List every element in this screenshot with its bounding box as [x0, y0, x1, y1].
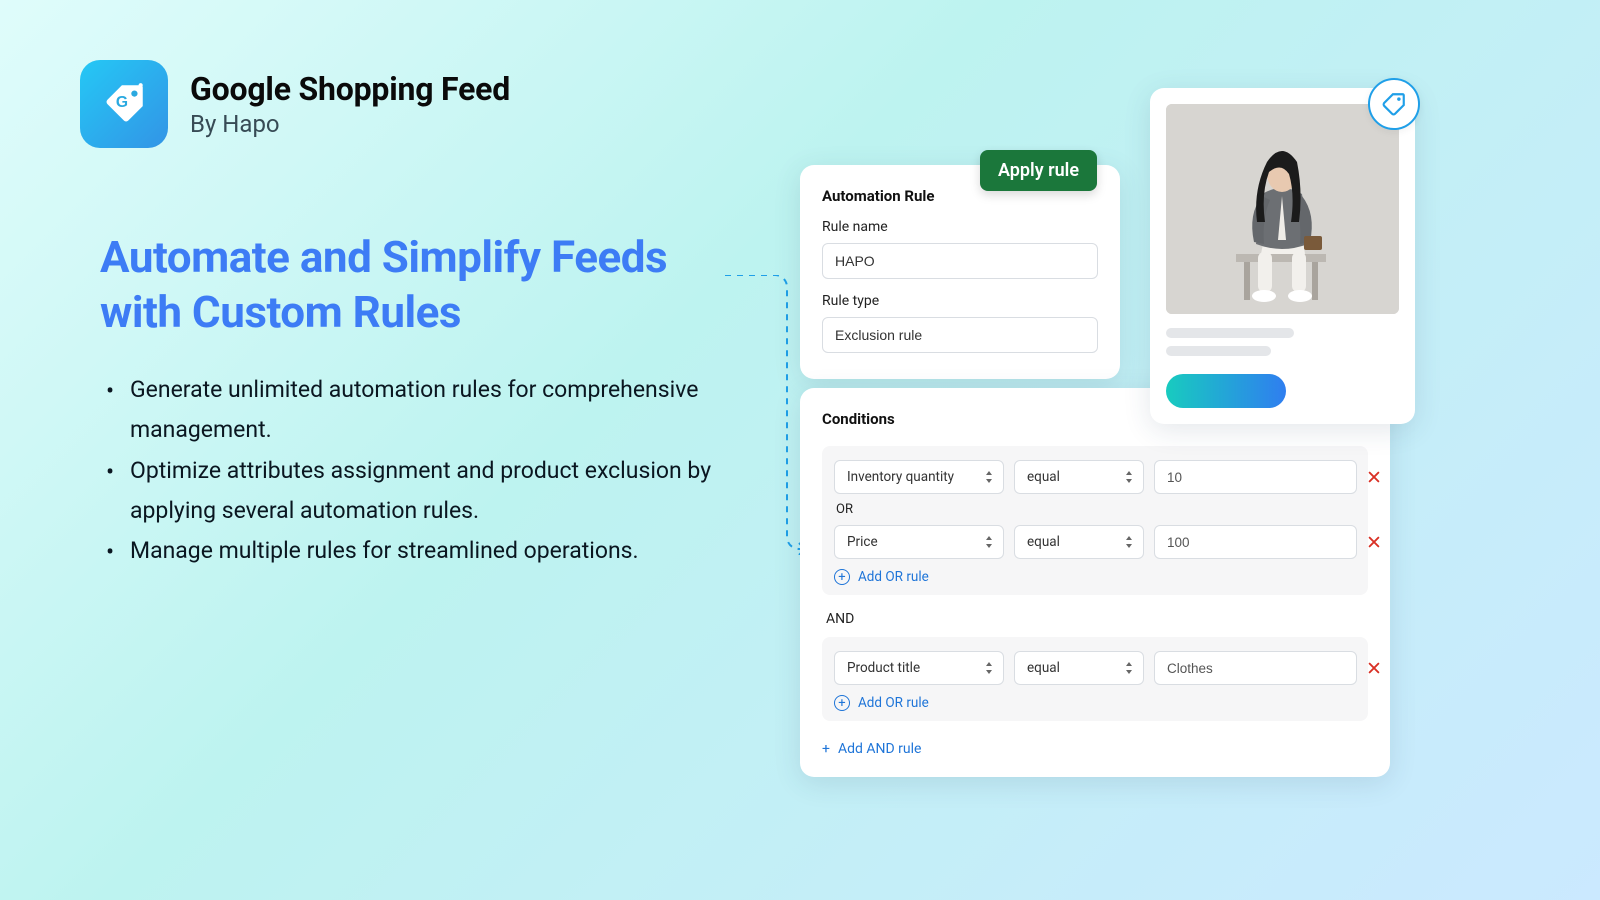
condition-operator-select[interactable]: equal: [1014, 525, 1144, 559]
tag-icon: [1381, 91, 1407, 117]
sort-icon: [1123, 534, 1135, 550]
condition-field-value: Price: [847, 534, 878, 550]
condition-field-select[interactable]: Inventory quantity: [834, 460, 1004, 494]
remove-condition-button[interactable]: [1367, 658, 1381, 678]
feature-item: Manage multiple rules for streamlined op…: [100, 531, 740, 571]
condition-field-select[interactable]: Price: [834, 525, 1004, 559]
remove-condition-button[interactable]: [1367, 467, 1381, 487]
condition-field-value: Inventory quantity: [847, 469, 954, 485]
rule-type-label: Rule type: [822, 293, 1098, 309]
rule-type-input[interactable]: [822, 317, 1098, 353]
condition-row: Inventory quantity equal: [834, 460, 1356, 494]
sort-icon: [1123, 469, 1135, 485]
app-header: G Google Shopping Feed By Hapo: [80, 60, 510, 148]
sort-icon: [983, 660, 995, 676]
tag-badge: [1368, 78, 1420, 130]
automation-rule-card: Automation Rule Rule name Rule type: [800, 165, 1120, 379]
close-icon: [1367, 535, 1381, 549]
condition-operator-select[interactable]: equal: [1014, 651, 1144, 685]
condition-field-select[interactable]: Product title: [834, 651, 1004, 685]
rule-name-label: Rule name: [822, 219, 1098, 235]
or-separator: OR: [836, 502, 1356, 517]
conditions-card: Conditions Inventory quantity equal OR P…: [800, 388, 1390, 777]
sort-icon: [1123, 660, 1135, 676]
sort-icon: [983, 534, 995, 550]
feature-list: Generate unlimited automation rules for …: [100, 370, 740, 571]
close-icon: [1367, 661, 1381, 675]
plus-circle-icon: +: [834, 569, 850, 585]
product-cta-button[interactable]: [1166, 374, 1286, 408]
skeleton-line: [1166, 328, 1294, 338]
feature-item: Optimize attributes assignment and produ…: [100, 451, 740, 532]
app-title: Google Shopping Feed: [190, 70, 510, 108]
add-and-rule-label: Add AND rule: [838, 741, 921, 757]
and-separator: AND: [826, 611, 1368, 627]
condition-value-input[interactable]: [1154, 525, 1357, 559]
plus-circle-icon: +: [822, 741, 830, 757]
product-image: [1166, 104, 1399, 314]
sort-icon: [983, 469, 995, 485]
app-icon: G: [80, 60, 168, 148]
skeleton-line: [1166, 346, 1271, 356]
add-or-rule-button[interactable]: + Add OR rule: [834, 695, 929, 711]
product-preview-card: [1150, 88, 1415, 424]
add-and-rule-button[interactable]: + Add AND rule: [822, 741, 921, 757]
condition-row: Price equal: [834, 525, 1356, 559]
plus-circle-icon: +: [834, 695, 850, 711]
condition-field-value: Product title: [847, 660, 920, 676]
feature-item: Generate unlimited automation rules for …: [100, 370, 740, 451]
add-or-rule-label: Add OR rule: [858, 695, 929, 711]
rule-name-input[interactable]: [822, 243, 1098, 279]
condition-value-input[interactable]: [1154, 651, 1357, 685]
condition-operator-value: equal: [1027, 469, 1060, 485]
hero-section: Automate and Simplify Feeds with Custom …: [100, 230, 740, 571]
condition-operator-value: equal: [1027, 534, 1060, 550]
condition-row: Product title equal: [834, 651, 1356, 685]
condition-group-and: Product title equal + Add OR rule: [822, 637, 1368, 721]
remove-condition-button[interactable]: [1367, 532, 1381, 552]
condition-group-or: Inventory quantity equal OR Price equal: [822, 446, 1368, 595]
close-icon: [1367, 470, 1381, 484]
add-or-rule-label: Add OR rule: [858, 569, 929, 585]
condition-operator-select[interactable]: equal: [1014, 460, 1144, 494]
add-or-rule-button[interactable]: + Add OR rule: [834, 569, 929, 585]
svg-text:G: G: [116, 94, 128, 111]
apply-rule-button[interactable]: Apply rule: [980, 150, 1097, 191]
hero-headline: Automate and Simplify Feeds with Custom …: [100, 230, 740, 340]
condition-operator-value: equal: [1027, 660, 1060, 676]
condition-value-input[interactable]: [1154, 460, 1357, 494]
app-byline: By Hapo: [190, 110, 510, 138]
